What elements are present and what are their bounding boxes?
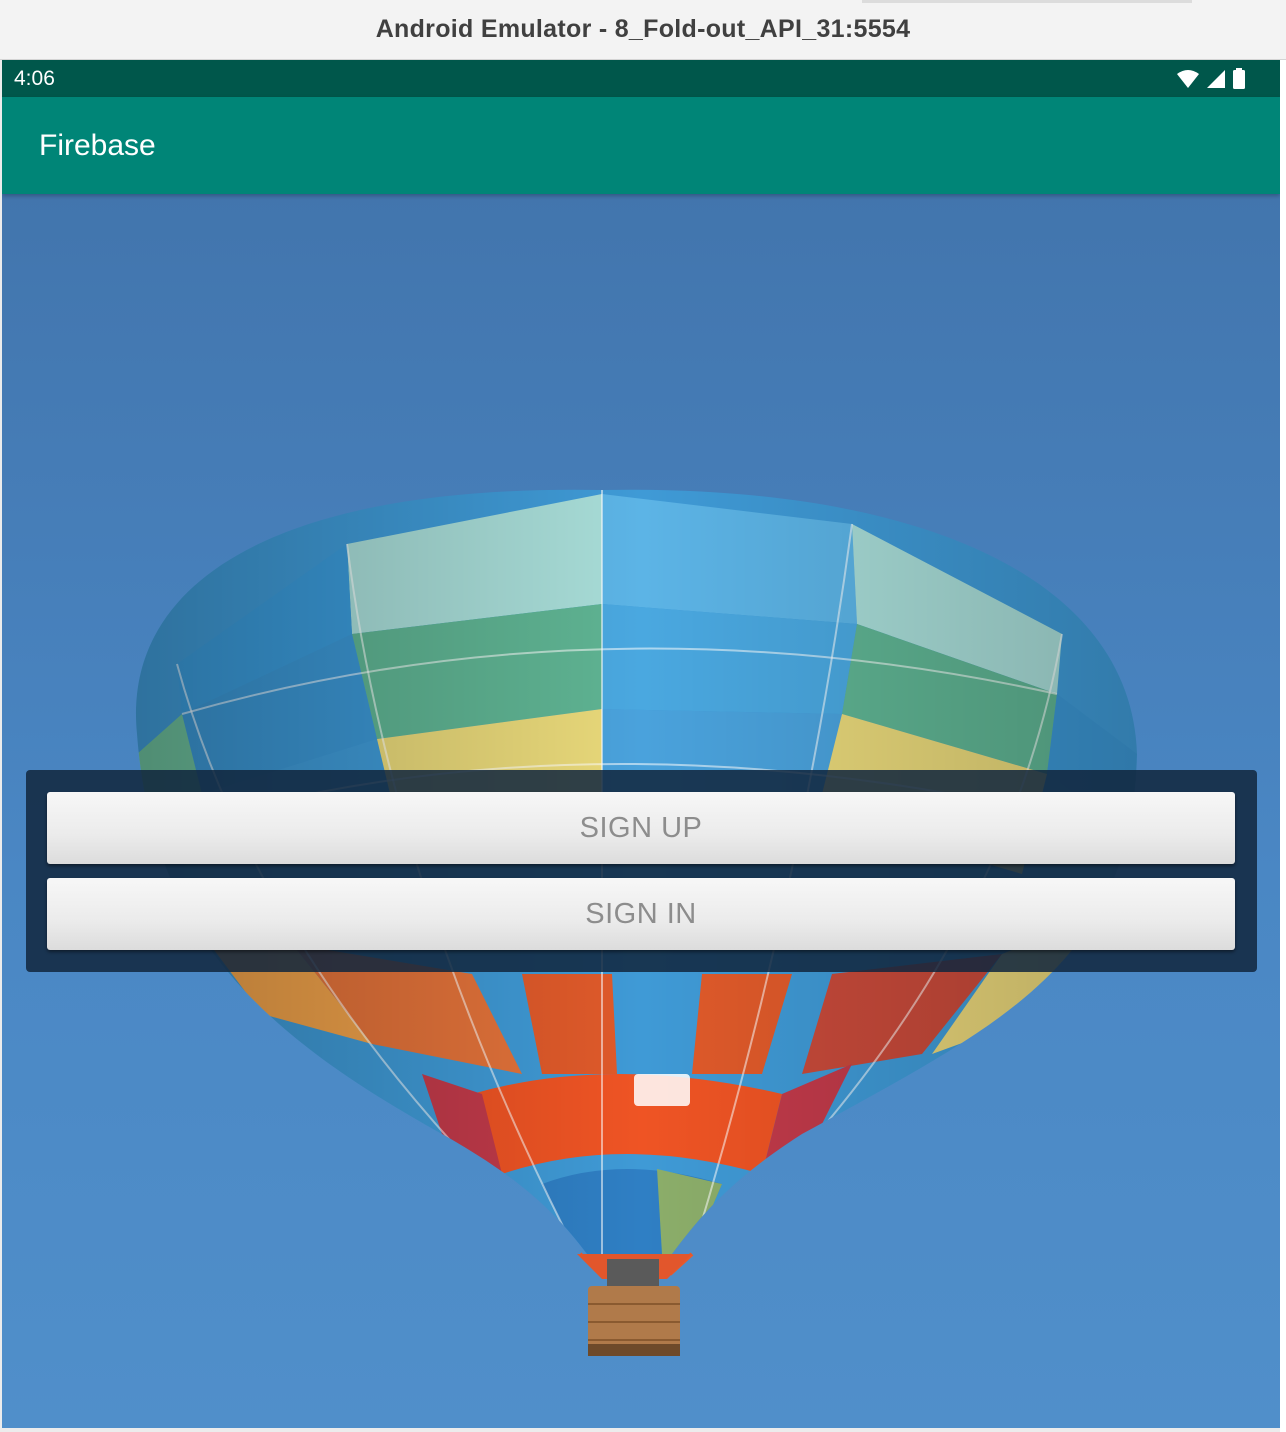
window-title-bar[interactable]: Android Emulator - 8_Fold-out_API_31:555…	[0, 0, 1286, 60]
app-title: Firebase	[39, 128, 156, 162]
window-title: Android Emulator - 8_Fold-out_API_31:555…	[375, 15, 911, 43]
sign-up-button[interactable]: SIGN UP	[47, 792, 1235, 864]
emulator-window: Android Emulator - 8_Fold-out_API_31:555…	[0, 0, 1286, 1432]
signal-icon	[1206, 69, 1226, 89]
title-bar-accent	[862, 0, 1192, 3]
device-screen: 4:06 Firebase SIGN UP SIGN IN	[2, 60, 1280, 1428]
app-toolbar: Firebase	[2, 97, 1280, 194]
sign-in-button[interactable]: SIGN IN	[47, 878, 1235, 950]
battery-icon	[1232, 67, 1246, 90]
main-content: SIGN UP SIGN IN	[2, 194, 1280, 1428]
window-edge	[1280, 60, 1286, 1432]
status-bar: 4:06	[2, 60, 1280, 97]
status-icons	[1176, 67, 1246, 90]
wifi-icon	[1176, 69, 1200, 89]
auth-button-panel: SIGN UP SIGN IN	[26, 770, 1257, 972]
status-time: 4:06	[14, 66, 55, 90]
